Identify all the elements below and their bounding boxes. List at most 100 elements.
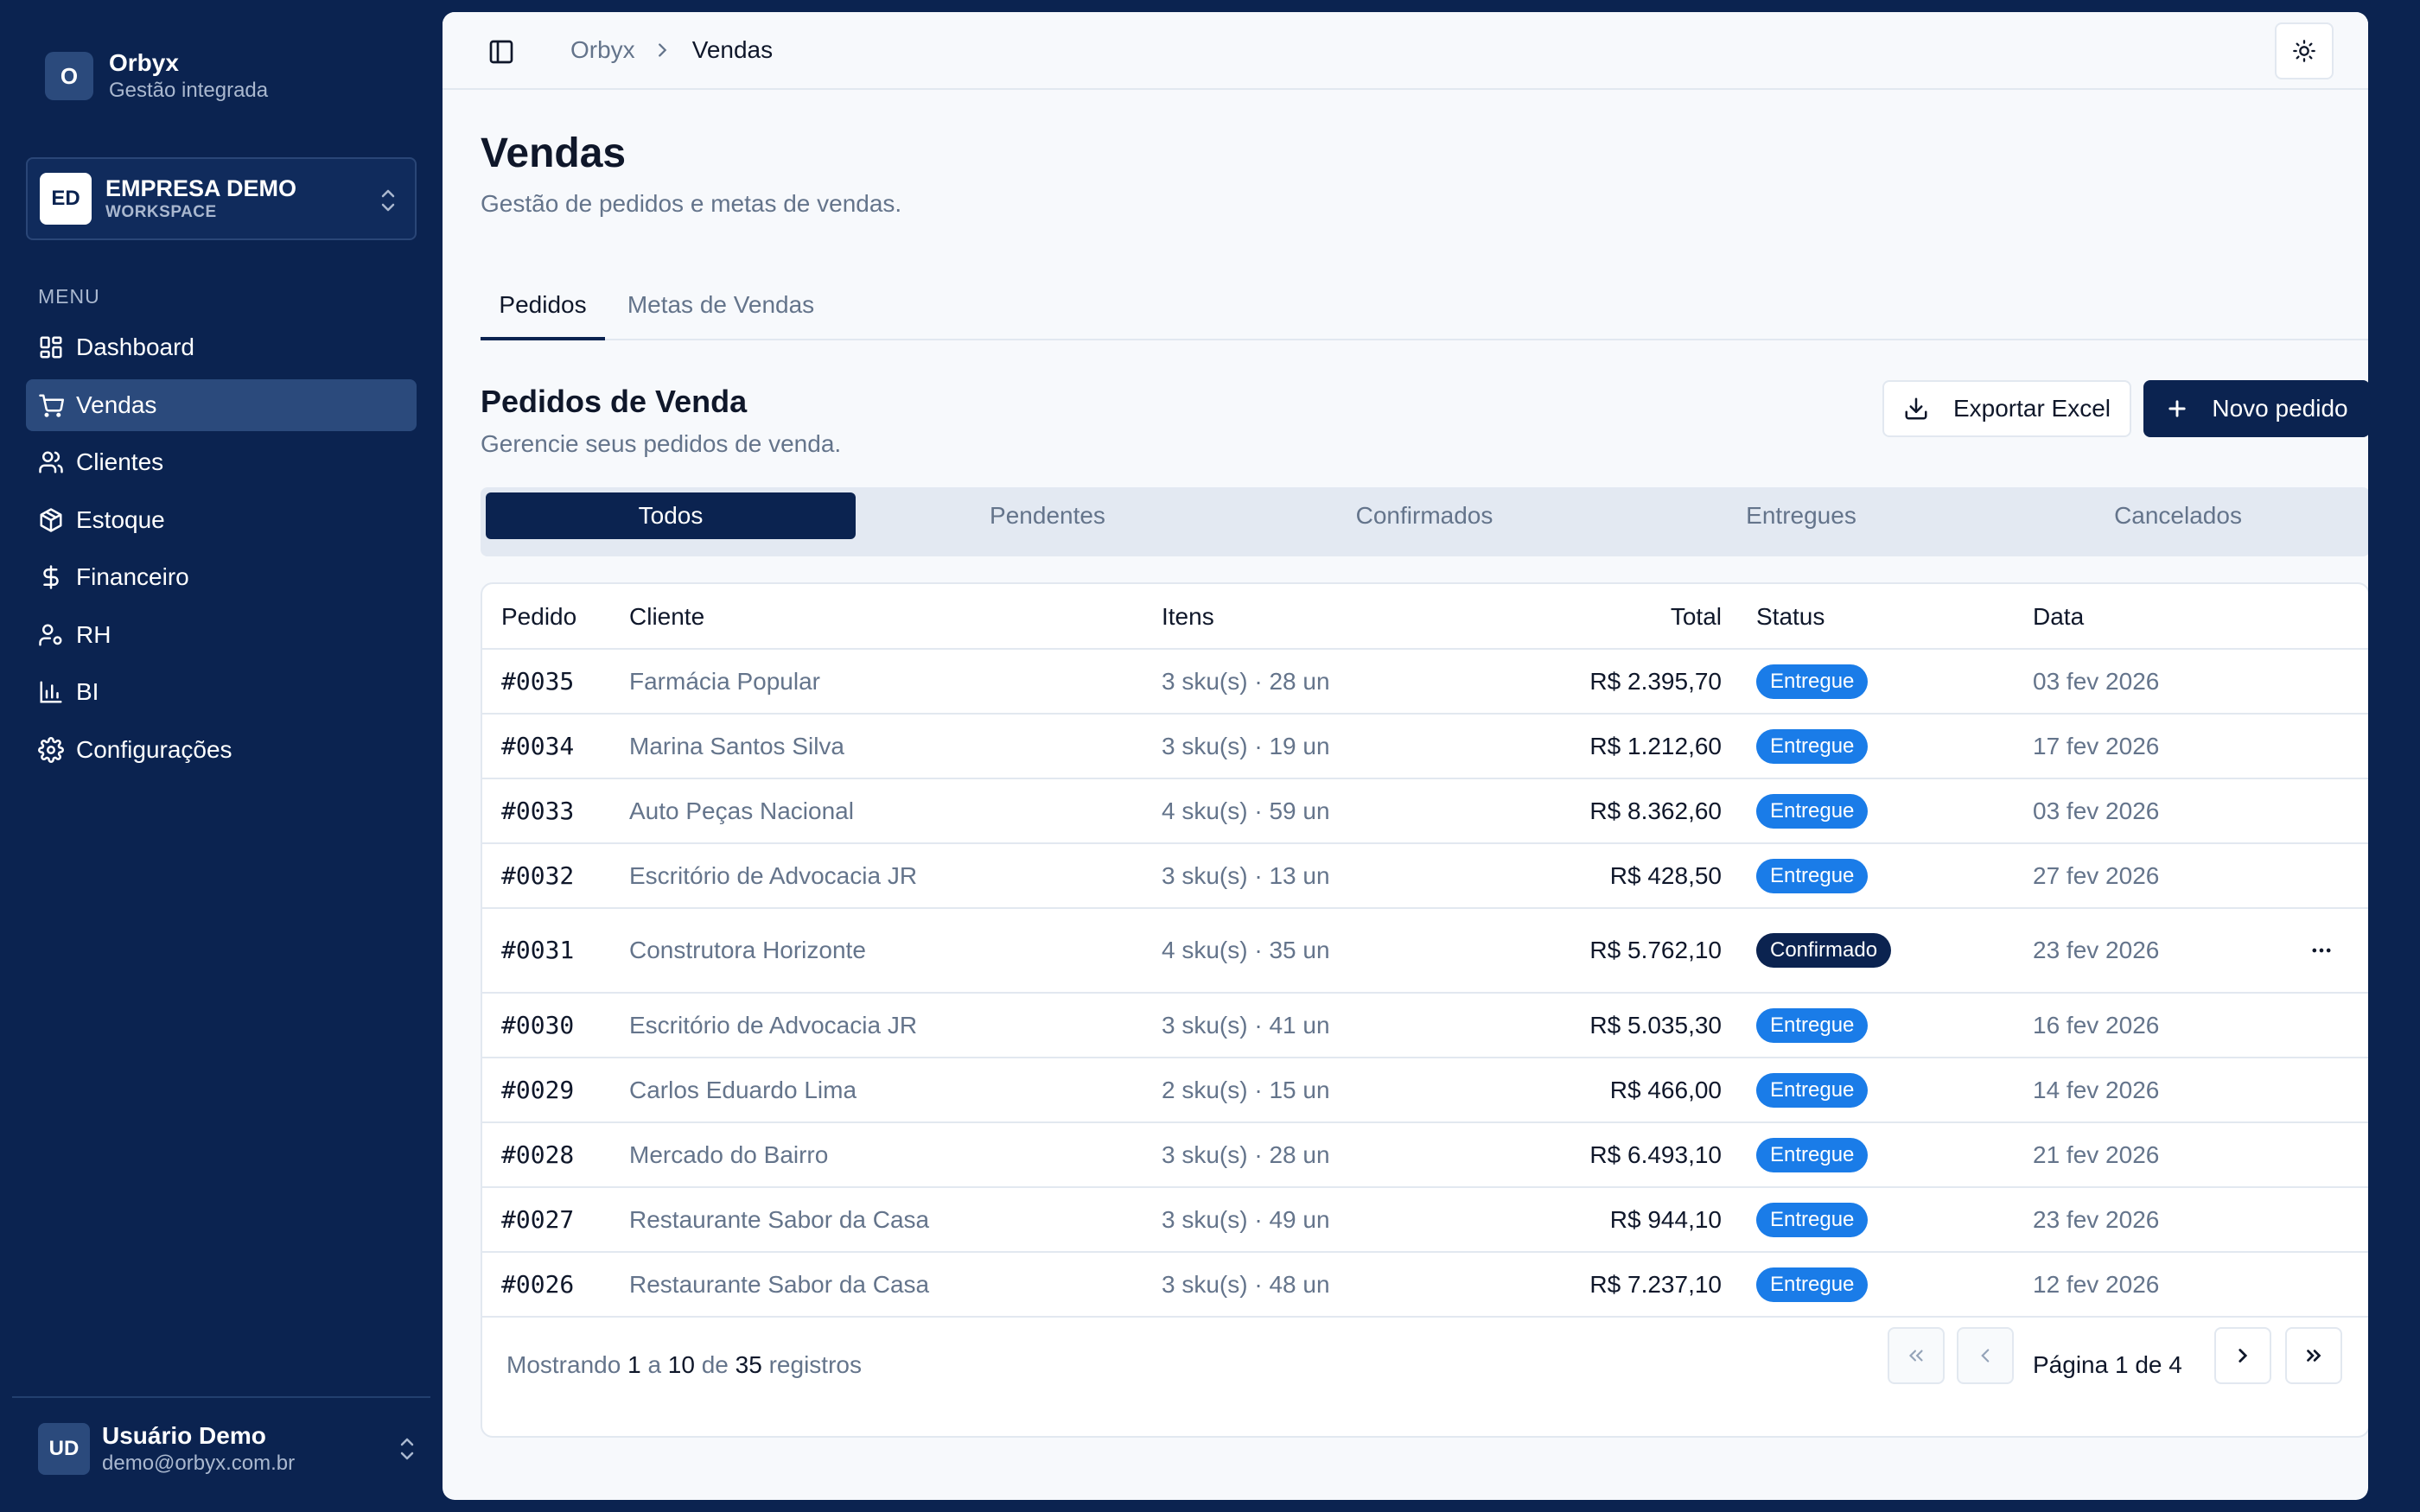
- order-date: 27 fev 2026: [2033, 862, 2160, 889]
- status-cell: Entregue: [1756, 1202, 1869, 1237]
- table-row[interactable]: #0030 Escritório de Advocacia JR 3 sku(s) …: [482, 994, 2368, 1058]
- status-badge: Entregue: [1756, 1072, 1869, 1108]
- tab-metas-de-vendas[interactable]: Metas de Vendas: [617, 271, 825, 340]
- page-indicator: Página 1 de 4: [2033, 1351, 2182, 1378]
- sidebar-item-bi[interactable]: BI: [26, 666, 417, 718]
- more-horizontal-icon[interactable]: [2309, 938, 2334, 962]
- chevrons-left-icon: [1908, 1350, 1923, 1362]
- order-total: R$ 7.237,10: [1589, 1271, 1722, 1298]
- next-page-button[interactable]: [2214, 1327, 2271, 1384]
- sidebar: O Orbyx Gestão integrada ED EMPRESA DEMO…: [0, 0, 443, 1512]
- new-order-button[interactable]: Novo pedido: [2143, 380, 2368, 437]
- first-page-button[interactable]: [1888, 1327, 1945, 1384]
- order-id: #0032: [501, 861, 575, 890]
- filter-todos[interactable]: Todos: [486, 492, 856, 539]
- column-header-pedido[interactable]: Pedido: [501, 584, 576, 650]
- pagination-from: 1: [627, 1351, 641, 1378]
- filter-confirmados[interactable]: Confirmados: [1239, 492, 1609, 539]
- sidebar-item-clientes[interactable]: Clientes: [26, 436, 417, 488]
- filter-cancelados[interactable]: Cancelados: [1993, 492, 2363, 539]
- page-subtitle: Gestão de pedidos e metas de vendas.: [481, 190, 902, 217]
- order-date: 12 fev 2026: [2033, 1271, 2160, 1298]
- sidebar-item-vendas[interactable]: Vendas: [26, 378, 417, 431]
- box-icon: [40, 507, 62, 532]
- table-row[interactable]: #0031 Construtora Horizonte 4 sku(s) · 35 …: [482, 909, 2368, 994]
- order-items: 4 sku(s) · 59 un: [1162, 797, 1330, 824]
- column-header-data[interactable]: Data: [2033, 584, 2084, 650]
- breadcrumb-current: Vendas: [691, 36, 774, 63]
- table-row[interactable]: #0029 Carlos Eduardo Lima 2 sku(s) · 15 un…: [482, 1058, 2368, 1123]
- order-date: 23 fev 2026: [2033, 937, 2160, 963]
- sidebar-item-dashboard[interactable]: Dashboard: [26, 321, 417, 373]
- client-name: Auto Peças Nacional: [629, 797, 854, 824]
- order-items: 3 sku(s) · 19 un: [1162, 733, 1330, 759]
- column-header-status[interactable]: Status: [1756, 584, 1825, 650]
- order-items: 3 sku(s) · 48 un: [1162, 1271, 1330, 1298]
- client-name: Restaurante Sabor da Casa: [629, 1206, 930, 1233]
- order-id: #0029: [501, 1076, 575, 1104]
- user-cog-icon: [39, 624, 62, 645]
- sidebar-item-label: Configurações: [76, 735, 232, 763]
- gear-icon: [38, 736, 64, 763]
- breadcrumb-root[interactable]: Orbyx: [570, 36, 635, 64]
- sidebar-item-configuracoes[interactable]: Configurações: [26, 724, 417, 776]
- workspace-switcher[interactable]: ED EMPRESA DEMO WORKSPACE: [26, 157, 417, 240]
- status-badge: Entregue: [1756, 728, 1869, 764]
- order-items: 3 sku(s) · 49 un: [1162, 1206, 1330, 1233]
- filter-entregues[interactable]: Entregues: [1616, 492, 1986, 539]
- order-items: 3 sku(s) · 41 un: [1162, 1012, 1330, 1039]
- status-badge: Entregue: [1756, 1007, 1869, 1043]
- status-cell: Entregue: [1756, 1007, 1869, 1043]
- column-header-itens[interactable]: Itens: [1162, 584, 1214, 650]
- export-excel-button[interactable]: Exportar Excel: [1882, 380, 2131, 437]
- table-row[interactable]: #0034 Marina Santos Silva 3 sku(s) · 19 un…: [482, 715, 2368, 779]
- dashboard-icon: [40, 336, 62, 359]
- sidebar-item-label: BI: [76, 678, 99, 705]
- client-name: Escritório de Advocacia JR: [629, 1012, 918, 1039]
- table-row[interactable]: #0028 Mercado do Bairro 3 sku(s) · 28 un R$…: [482, 1123, 2368, 1188]
- client-name: Mercado do Bairro: [629, 1141, 829, 1168]
- table-row[interactable]: #0032 Escritório de Advocacia JR 3 sku(s) …: [482, 844, 2368, 909]
- user-name: Usuário Demo: [102, 1422, 266, 1449]
- order-date: 03 fev 2026: [2033, 797, 2160, 824]
- client-name: Restaurante Sabor da Casa: [629, 1271, 930, 1298]
- status-badge: Entregue: [1756, 858, 1869, 893]
- client-name: Carlos Eduardo Lima: [629, 1077, 857, 1103]
- chevron-left-icon: [1981, 1349, 1990, 1363]
- status-badge: Entregue: [1756, 793, 1869, 829]
- table-row[interactable]: #0035 Farmácia Popular 3 sku(s) · 28 un R$ …: [482, 650, 2368, 715]
- download-icon: [1905, 397, 1927, 420]
- order-date: 17 fev 2026: [2033, 733, 2160, 759]
- order-total: R$ 8.362,60: [1589, 797, 1722, 824]
- tab-pedidos[interactable]: Pedidos: [481, 271, 605, 340]
- topbar: Orbyx Vendas: [443, 12, 2368, 90]
- main-panel: Orbyx Vendas Vendas Gestão de pedidos e …: [443, 12, 2368, 1500]
- status-cell: Entregue: [1756, 858, 1869, 893]
- chevron-up-down-icon: [400, 1438, 414, 1460]
- status-cell: Confirmado: [1756, 933, 1892, 968]
- previous-page-button[interactable]: [1957, 1327, 2014, 1384]
- sidebar-toggle-icon[interactable]: [487, 38, 515, 66]
- status-filter-bar: Todos Pendentes Confirmados Entregues Ca…: [481, 487, 2368, 556]
- workspace-logo: ED: [40, 173, 92, 225]
- user-menu[interactable]: UD Usuário Demo demo@orbyx.com.br: [38, 1421, 418, 1477]
- table-row[interactable]: #0026 Restaurante Sabor da Casa 3 sku(s) ·…: [482, 1253, 2368, 1318]
- sidebar-item-estoque[interactable]: Estoque: [26, 494, 417, 546]
- sidebar-item-rh[interactable]: RH: [26, 609, 417, 661]
- last-page-button[interactable]: [2285, 1327, 2342, 1384]
- table-row[interactable]: #0033 Auto Peças Nacional 4 sku(s) · 59 un…: [482, 779, 2368, 844]
- order-items: 3 sku(s) · 13 un: [1162, 862, 1330, 889]
- page-title: Vendas: [481, 130, 627, 176]
- status-badge: Entregue: [1756, 1137, 1869, 1172]
- theme-toggle-button[interactable]: [2275, 22, 2334, 79]
- client-name: Marina Santos Silva: [629, 733, 845, 759]
- column-header-cliente[interactable]: Cliente: [629, 584, 704, 650]
- user-email: demo@orbyx.com.br: [102, 1452, 296, 1475]
- status-cell: Entregue: [1756, 1137, 1869, 1172]
- order-total: R$ 6.493,10: [1589, 1141, 1722, 1168]
- sidebar-item-financeiro[interactable]: Financeiro: [26, 551, 417, 603]
- filter-pendentes[interactable]: Pendentes: [863, 492, 1232, 539]
- column-header-total[interactable]: Total: [1671, 584, 1722, 650]
- status-cell: Entregue: [1756, 793, 1869, 829]
- table-row[interactable]: #0027 Restaurante Sabor da Casa 3 sku(s) ·…: [482, 1188, 2368, 1253]
